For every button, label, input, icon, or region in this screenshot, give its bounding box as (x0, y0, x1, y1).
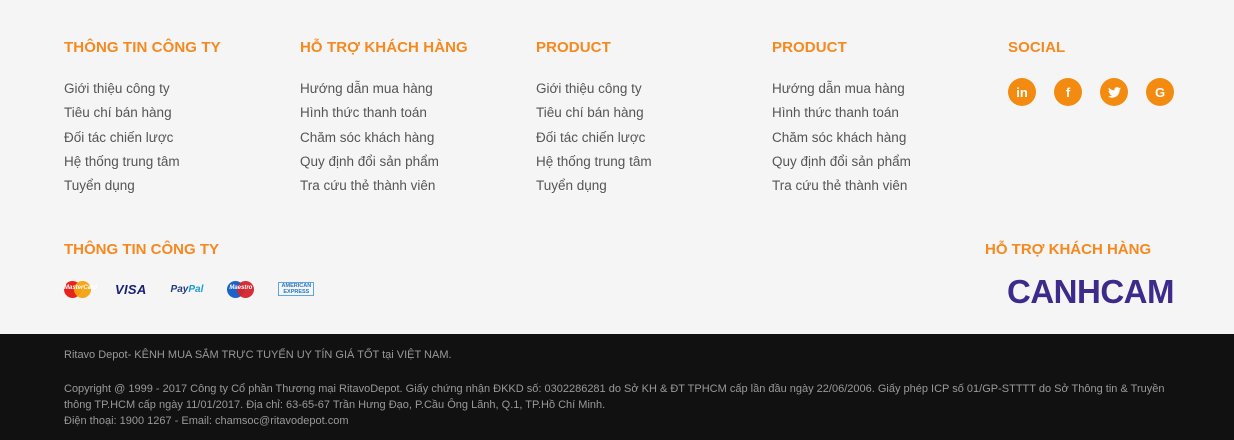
mastercard-text: MasterCard (64, 284, 98, 291)
footer-link[interactable]: Hình thức thanh toán (300, 101, 468, 125)
payment-methods: MasterCard VISA Pay Pal Maestro AMERICAN … (64, 280, 315, 298)
footer-link[interactable]: Tra cứu thẻ thành viên (772, 174, 911, 198)
paypal-text-2: Pal (188, 283, 204, 295)
footer-link[interactable]: Tiêu chí bán hàng (64, 101, 221, 125)
paypal-logo: Pay Pal (171, 280, 204, 298)
footer-tagline: Ritavo Depot- KÊNH MUA SẮM TRỰC TUYẾN UY… (64, 349, 452, 361)
maestro-logo: Maestro (227, 280, 255, 298)
footer-link[interactable]: Hệ thống trung tâm (64, 150, 221, 174)
column-title: PRODUCT (772, 39, 847, 56)
contact-text: Điện thoại: 1900 1267 - Email: chamsoc@r… (64, 415, 349, 427)
footer-link[interactable]: Quy định đổi sản phẩm (772, 150, 911, 174)
footer-top: THÔNG TIN CÔNG TY Giới thiệu công ty Tiê… (0, 0, 1234, 334)
footer-link[interactable]: Chăm sóc khách hàng (772, 126, 911, 150)
footer-link[interactable]: Tuyển dụng (536, 174, 652, 198)
footer-column-company-info: THÔNG TIN CÔNG TY Giới thiệu công ty Tiê… (64, 39, 221, 198)
column-title: SOCIAL (1008, 39, 1066, 56)
link-list: Hướng dẫn mua hàng Hình thức thanh toán … (300, 77, 468, 198)
support-title: HỖ TRỢ KHÁCH HÀNG (985, 241, 1152, 258)
mastercard-logo: MasterCard (64, 280, 98, 298)
link-list: Giới thiệu công ty Tiêu chí bán hàng Đối… (536, 77, 652, 198)
twitter-icon[interactable] (1100, 78, 1128, 106)
maestro-text: Maestro (229, 284, 253, 291)
footer-column-customer-support: HỖ TRỢ KHÁCH HÀNG Hướng dẫn mua hàng Hìn… (300, 39, 468, 198)
link-list: Giới thiệu công ty Tiêu chí bán hàng Đối… (64, 77, 221, 198)
footer-link[interactable]: Hướng dẫn mua hàng (772, 77, 911, 101)
footer-link[interactable]: Giới thiệu công ty (64, 77, 221, 101)
column-title: THÔNG TIN CÔNG TY (64, 39, 221, 56)
footer-column-product-2: PRODUCT Hướng dẫn mua hàng Hình thức tha… (772, 39, 911, 198)
payments-title: THÔNG TIN CÔNG TY (64, 241, 219, 258)
amex-logo: AMERICAN EXPRESS (278, 282, 315, 296)
column-title: HỖ TRỢ KHÁCH HÀNG (300, 39, 468, 56)
footer-copyright-block: Copyright @ 1999 - 2017 Công ty Cổ phần … (64, 381, 1174, 429)
link-list: Hướng dẫn mua hàng Hình thức thanh toán … (772, 77, 911, 198)
footer-link[interactable]: Giới thiệu công ty (536, 77, 652, 101)
footer-link[interactable]: Hệ thống trung tâm (536, 150, 652, 174)
visa-logo: VISA (115, 281, 147, 297)
facebook-icon[interactable]: f (1054, 78, 1082, 106)
linkedin-icon[interactable]: in (1008, 78, 1036, 106)
copyright-text: Copyright @ 1999 - 2017 Công ty Cổ phần … (64, 383, 1165, 411)
footer-link[interactable]: Tiêu chí bán hàng (536, 101, 652, 125)
google-icon[interactable]: G (1146, 78, 1174, 106)
column-title: PRODUCT (536, 39, 611, 56)
footer-link[interactable]: Quy định đổi sản phẩm (300, 150, 468, 174)
footer-link[interactable]: Đối tác chiến lược (64, 126, 221, 150)
footer-link[interactable]: Hình thức thanh toán (772, 101, 911, 125)
footer-column-social: SOCIAL in f G (1008, 39, 1174, 106)
footer-bottom: Ritavo Depot- KÊNH MUA SẮM TRỰC TUYẾN UY… (0, 334, 1234, 440)
footer-link[interactable]: Tra cứu thẻ thành viên (300, 174, 468, 198)
paypal-text-1: Pay (170, 283, 189, 295)
footer-link[interactable]: Hướng dẫn mua hàng (300, 77, 468, 101)
canhcam-logo[interactable]: CANHCAM (1007, 273, 1174, 311)
footer-link[interactable]: Chăm sóc khách hàng (300, 126, 468, 150)
footer-column-product-1: PRODUCT Giới thiệu công ty Tiêu chí bán … (536, 39, 652, 198)
twitter-bird-glyph (1107, 86, 1121, 98)
footer-link[interactable]: Tuyển dụng (64, 174, 221, 198)
social-links: in f G (1008, 78, 1174, 106)
footer-link[interactable]: Đối tác chiến lược (536, 126, 652, 150)
